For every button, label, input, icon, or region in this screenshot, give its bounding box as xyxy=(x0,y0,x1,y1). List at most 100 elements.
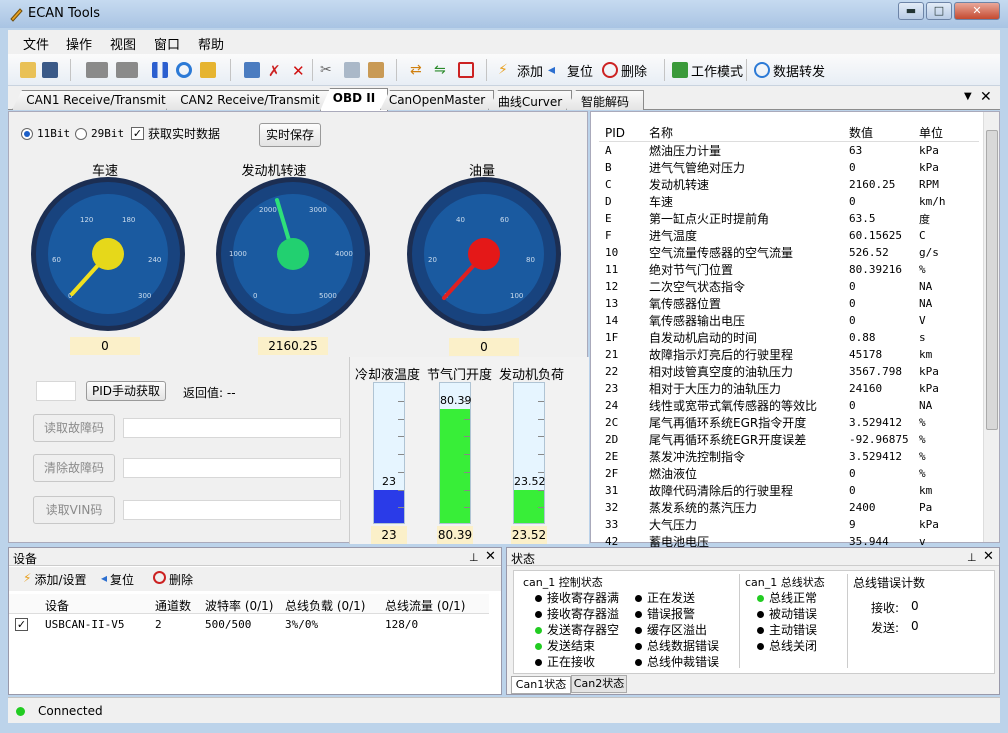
tab-canopen-master[interactable]: CanOpenMaster xyxy=(380,90,494,110)
cut-button[interactable]: ✂ xyxy=(320,60,336,80)
toolbar-delete-button[interactable]: 删除 xyxy=(602,60,647,80)
vin-field[interactable] xyxy=(123,500,341,520)
copy-button[interactable] xyxy=(344,60,360,80)
disconnect-button[interactable] xyxy=(458,60,474,80)
pin-icon[interactable]: ⊥ xyxy=(967,551,977,564)
menu-view[interactable]: 视图 xyxy=(110,34,136,53)
pid-scroll-thumb[interactable] xyxy=(986,130,998,430)
radio-29bit[interactable] xyxy=(75,128,87,140)
device-button[interactable] xyxy=(86,60,108,80)
pid-row[interactable]: 23 相对于大压力的油轨压力 24160 kPa xyxy=(599,380,979,397)
col-name[interactable]: 名称 xyxy=(643,124,843,142)
col-pid[interactable]: PID xyxy=(599,124,643,142)
toolbar-reset-button[interactable]: ◂ 复位 xyxy=(548,60,593,80)
tab-smart-decode[interactable]: 智能解码 xyxy=(566,90,644,110)
pid-row[interactable]: 24 线性或宽带式氧传感器的等效比 0 NA xyxy=(599,397,979,414)
pid-row[interactable]: D 车速 0 km/h xyxy=(599,193,979,210)
device-col-load[interactable]: 总线负载 (0/1) xyxy=(285,597,366,614)
tab-close-icon[interactable]: ✕ xyxy=(980,89,992,105)
clear-field[interactable] xyxy=(123,458,341,478)
menu-file[interactable]: 文件 xyxy=(23,34,49,53)
tab-dropdown-icon[interactable]: ▼ xyxy=(964,91,972,102)
dtc-field[interactable] xyxy=(123,418,341,438)
save-file-button[interactable] xyxy=(42,60,58,80)
clear-button[interactable] xyxy=(200,60,216,80)
device-reset-button[interactable]: ◂ 复位 xyxy=(101,571,134,588)
pid-manual-button[interactable]: PID手动获取 xyxy=(86,381,166,401)
tab-obd2[interactable]: OBD II xyxy=(320,88,388,111)
pid-row[interactable]: C 发动机转速 2160.25 RPM xyxy=(599,176,979,193)
data-forward-button[interactable]: 数据转发 xyxy=(754,60,825,80)
pid-row[interactable]: F 进气温度 60.15625 C xyxy=(599,227,979,244)
pid-row[interactable]: 21 故障指示灯亮后的行驶里程 45178 km xyxy=(599,346,979,363)
pid-cell-name: 进气气管绝对压力 xyxy=(649,161,746,175)
pid-row[interactable]: 14 氧传感器输出电压 0 V xyxy=(599,312,979,329)
read-vin-button[interactable]: 读取VIN码 xyxy=(33,496,115,524)
swap-button[interactable]: ⇄ xyxy=(410,60,426,80)
pid-row[interactable]: 12 二次空气状态指令 0 NA xyxy=(599,278,979,295)
pid-row[interactable]: 10 空气流量传感器的空气流量 526.52 g/s xyxy=(599,244,979,261)
work-mode-button[interactable]: 工作模式 xyxy=(672,60,743,80)
device-col-flow[interactable]: 总线流量 (0/1) xyxy=(385,597,466,614)
pid-row[interactable]: A 燃油压力计量 63 kPa xyxy=(599,142,979,160)
device-delete-button[interactable]: 删除 xyxy=(153,571,193,588)
refresh-button[interactable] xyxy=(176,60,192,80)
pid-row[interactable]: 33 大气压力 9 kPa xyxy=(599,516,979,533)
menu-help[interactable]: 帮助 xyxy=(198,34,224,53)
pid-row[interactable]: 2C 尾气再循环系统EGR指令开度 3.529412% xyxy=(599,414,979,431)
pid-row[interactable]: 22 相对歧管真空度的油轨压力 3567.798 kPa xyxy=(599,363,979,380)
maximize-button[interactable]: □ xyxy=(926,2,952,20)
tool-b-button[interactable]: ✗ xyxy=(268,60,284,80)
pid-row[interactable]: 13 氧传感器位置 0 NA xyxy=(599,295,979,312)
pid-row[interactable]: 31 故障代码清除后的行驶里程 0 km xyxy=(599,482,979,499)
device-col-baud[interactable]: 波特率 (0/1) xyxy=(205,597,274,614)
realtime-save-button[interactable]: 实时保存 xyxy=(259,123,321,147)
radio-11bit[interactable] xyxy=(21,128,33,140)
clear-dtc-button[interactable]: 清除故障码 xyxy=(33,454,115,482)
pid-cell-name: 车速 xyxy=(649,195,674,209)
tab-can2-status[interactable]: Can2状态 xyxy=(571,675,627,693)
pid-row[interactable]: E 第一缸点火正时提前角 63.5 度 xyxy=(599,210,979,227)
open-button[interactable] xyxy=(20,60,36,80)
tab-can1[interactable]: CAN1 Receive/Transmit xyxy=(12,90,180,110)
realtime-checkbox[interactable]: ✓ xyxy=(131,127,144,140)
tool-c-button[interactable]: ✕ xyxy=(292,60,308,80)
menu-operate[interactable]: 操作 xyxy=(66,34,92,53)
pid-row[interactable]: 2E 蒸发冲洗控制指令 3.529412% xyxy=(599,448,979,465)
status-close-icon[interactable]: ✕ xyxy=(983,549,994,564)
pause-button[interactable] xyxy=(152,60,168,80)
pin-icon[interactable]: ⊥ xyxy=(469,551,479,564)
tool-a-button[interactable] xyxy=(244,60,260,80)
tab-can2[interactable]: CAN2 Receive/Transmit xyxy=(166,90,334,110)
device-col-channels[interactable]: 通道数 xyxy=(155,597,191,614)
device-close-icon[interactable]: ✕ xyxy=(485,549,496,564)
device-add-button[interactable]: ⚡ 添加/设置 xyxy=(23,571,86,588)
col-value[interactable]: 数值 xyxy=(843,124,913,142)
pid-cell-value: 2160.25 xyxy=(849,178,896,191)
pid-scrollbar[interactable] xyxy=(983,112,999,542)
pid-row[interactable]: 1F 自发动机启动的时间 0.88 s xyxy=(599,329,979,346)
menu-window[interactable]: 窗口 xyxy=(154,34,180,53)
device2-button[interactable] xyxy=(116,60,138,80)
minimize-button[interactable]: ▬ xyxy=(898,2,924,20)
col-unit[interactable]: 单位 xyxy=(913,124,979,142)
status-dot-icon xyxy=(535,611,542,618)
pid-row[interactable]: 32 蒸发系统的蒸汽压力 2400 Pa xyxy=(599,499,979,516)
paste-button[interactable] xyxy=(368,60,384,80)
tab-can1-status[interactable]: Can1状态 xyxy=(511,676,571,694)
pid-input[interactable] xyxy=(36,381,76,401)
pid-row[interactable]: 11 绝对节气门位置 80.39216% xyxy=(599,261,979,278)
pid-row[interactable]: 2F 燃油液位 0% xyxy=(599,465,979,482)
fuel-hub xyxy=(468,238,500,270)
read-dtc-button[interactable]: 读取故障码 xyxy=(33,414,115,442)
device-row[interactable]: ✓ USBCAN-II-V5 2 500/500 3%/0% 128/0 xyxy=(9,616,489,634)
pid-row[interactable]: 2D 尾气再循环系统EGR开度误差 -92.96875% xyxy=(599,431,979,448)
device-panel-title: 设备 xyxy=(9,548,501,566)
device-col-device[interactable]: 设备 xyxy=(45,597,69,614)
device-row-checkbox[interactable]: ✓ xyxy=(15,618,28,631)
tab-curve[interactable]: 曲线Curver xyxy=(488,90,572,110)
close-button[interactable]: ✕ xyxy=(954,2,1000,20)
pid-row[interactable]: B 进气气管绝对压力 0 kPa xyxy=(599,159,979,176)
connect-button[interactable]: ⇋ xyxy=(434,60,450,80)
toolbar-add-button[interactable]: ⚡ 添加 xyxy=(498,60,543,80)
